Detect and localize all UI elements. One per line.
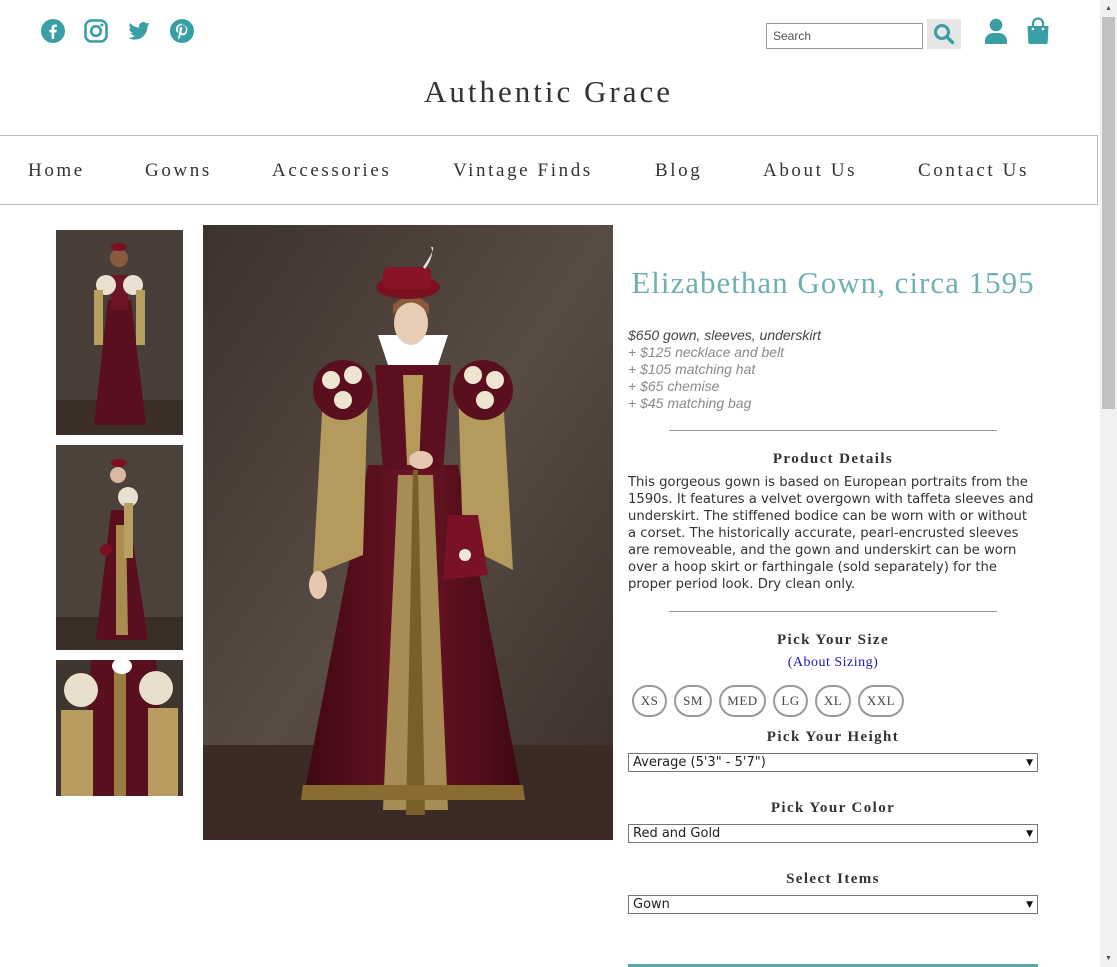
size-option-xl[interactable]: XL — [815, 685, 851, 717]
color-select[interactable]: Red and Gold ▼ — [628, 824, 1038, 843]
shopping-bag-icon[interactable] — [1026, 17, 1050, 45]
search-input[interactable] — [766, 23, 923, 49]
size-option-sm[interactable]: SM — [674, 685, 712, 717]
social-links — [40, 18, 195, 44]
thumbnail-back-view[interactable] — [56, 230, 183, 435]
height-select[interactable]: Average (5'3" - 5'7") ▼ — [628, 753, 1038, 772]
height-heading: Pick Your Height — [766, 729, 900, 745]
nav-item-gowns[interactable]: Gowns — [145, 160, 212, 182]
nav-item-about-us[interactable]: About Us — [763, 160, 857, 182]
facebook-icon[interactable] — [40, 18, 66, 44]
thumbnail-sleeve-detail[interactable] — [56, 660, 183, 796]
thumbnail-side-view[interactable] — [56, 445, 183, 650]
product-info: Elizabethan Gown, circa 1595 $650 gown, … — [628, 265, 1038, 914]
divider — [669, 611, 997, 612]
product-description: This gorgeous gown is based on European … — [628, 475, 1034, 592]
twitter-icon[interactable] — [126, 18, 152, 44]
nav-item-home[interactable]: Home — [28, 160, 85, 182]
product-details-heading: Product Details — [772, 451, 894, 467]
main-nav: Home Gowns Accessories Vintage Finds Blo… — [0, 135, 1098, 205]
nav-item-contact-us[interactable]: Contact Us — [918, 160, 1029, 182]
price-addon: + $65 chemise — [628, 378, 720, 394]
size-option-med[interactable]: MED — [719, 685, 766, 717]
items-select[interactable]: Gown ▼ — [628, 895, 1038, 914]
search-icon — [934, 23, 955, 44]
product-main-image[interactable] — [203, 225, 613, 840]
price-list: $650 gown, sleeves, underskirt + $125 ne… — [628, 327, 1038, 412]
instagram-icon[interactable] — [83, 18, 109, 44]
search-bar — [766, 18, 961, 49]
price-main: $650 gown, sleeves, underskirt — [628, 327, 821, 343]
account-icon[interactable] — [984, 18, 1008, 44]
site-brand[interactable]: Authentic Grace — [0, 74, 1097, 110]
color-select-value: Red and Gold — [633, 826, 721, 841]
search-button[interactable] — [927, 18, 961, 49]
size-options: XS SM MED LG XL XXL — [628, 685, 1038, 717]
pinterest-icon[interactable] — [169, 18, 195, 44]
dropdown-arrow-icon: ▼ — [1026, 899, 1033, 910]
price-addon: + $45 matching bag — [628, 395, 752, 411]
about-sizing-link[interactable]: (About Sizing) — [628, 655, 1038, 671]
height-select-value: Average (5'3" - 5'7") — [633, 755, 766, 770]
size-option-xxl[interactable]: XXL — [858, 685, 904, 717]
size-option-xs[interactable]: XS — [632, 685, 667, 717]
scroll-up-arrow-icon[interactable]: ▲ — [1100, 0, 1117, 17]
nav-item-vintage-finds[interactable]: Vintage Finds — [453, 160, 593, 182]
size-heading: Pick Your Size — [776, 632, 890, 648]
price-addon: + $125 necklace and belt — [628, 344, 785, 360]
page-scrollbar[interactable]: ▲ ▼ — [1100, 0, 1117, 967]
scroll-thumb[interactable] — [1102, 17, 1115, 409]
dropdown-arrow-icon: ▼ — [1026, 828, 1033, 839]
items-select-value: Gown — [633, 897, 670, 912]
size-option-lg[interactable]: LG — [773, 685, 808, 717]
items-heading: Select Items — [786, 871, 880, 887]
nav-item-blog[interactable]: Blog — [655, 160, 702, 182]
scroll-down-arrow-icon[interactable]: ▼ — [1100, 950, 1117, 967]
product-title: Elizabethan Gown, circa 1595 — [631, 265, 1035, 300]
nav-item-accessories[interactable]: Accessories — [272, 160, 391, 182]
divider — [669, 430, 997, 431]
price-addon: + $105 matching hat — [628, 361, 756, 377]
color-heading: Pick Your Color — [770, 800, 896, 816]
dropdown-arrow-icon: ▼ — [1026, 757, 1033, 768]
